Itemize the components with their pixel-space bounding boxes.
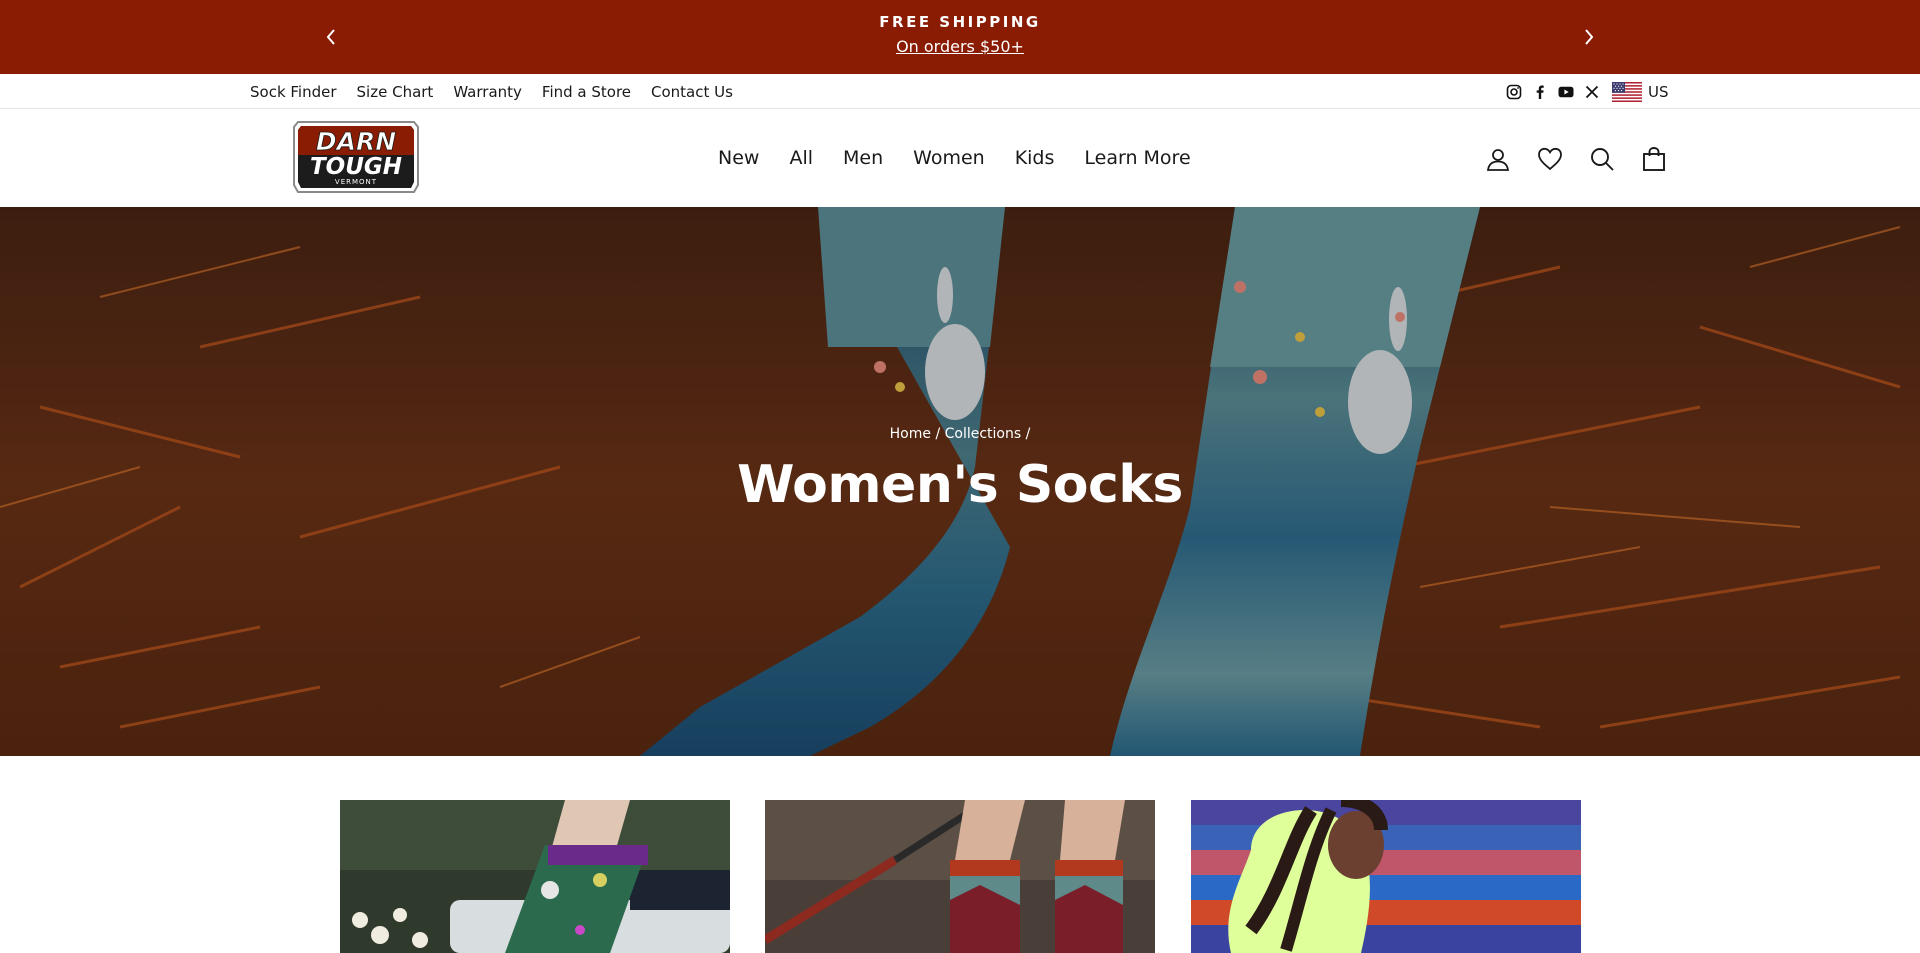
breadcrumb-separator: / [1025, 426, 1031, 442]
nav-item-all[interactable]: All [789, 147, 813, 169]
product-card[interactable] [765, 800, 1155, 953]
breadcrumb-separator: / [935, 426, 941, 442]
breadcrumb: Home / Collections / [0, 426, 1920, 442]
utility-link-sock-finder[interactable]: Sock Finder [250, 83, 337, 101]
us-flag-icon [1612, 81, 1642, 102]
darn-tough-logo[interactable]: DARN TOUGH VERMONT [292, 119, 420, 195]
cart-bag-icon[interactable] [1640, 145, 1668, 173]
site-header: DARN TOUGH VERMONT New All Men Women Kid… [0, 109, 1920, 207]
instagram-icon[interactable] [1506, 84, 1522, 100]
facebook-icon[interactable] [1532, 84, 1548, 100]
search-icon[interactable] [1588, 145, 1616, 173]
logo-word-darn: DARN [316, 127, 396, 156]
utility-bar: Sock Finder Size Chart Warranty Find a S… [0, 74, 1920, 109]
nav-item-new[interactable]: New [718, 147, 759, 169]
announcement-bar: FREE SHIPPING On orders $50+ [0, 0, 1920, 74]
collection-hero: Home / Collections / Women's Socks [0, 207, 1920, 756]
logo-word-vermont: VERMONT [335, 178, 377, 186]
product-image [765, 800, 1155, 953]
utility-link-contact-us[interactable]: Contact Us [651, 83, 733, 101]
x-icon[interactable] [1584, 84, 1600, 100]
product-card[interactable] [340, 800, 730, 953]
nav-item-women[interactable]: Women [913, 147, 985, 169]
main-nav: New All Men Women Kids Learn More [718, 109, 1191, 207]
utility-link-size-chart[interactable]: Size Chart [357, 83, 434, 101]
logo-word-tough: TOUGH [310, 154, 402, 180]
utility-link-warranty[interactable]: Warranty [453, 83, 522, 101]
nav-item-kids[interactable]: Kids [1015, 147, 1055, 169]
product-image [340, 800, 730, 953]
page-title: Women's Socks [737, 455, 1183, 515]
nav-item-learn-more[interactable]: Learn More [1084, 147, 1190, 169]
header-actions [1484, 145, 1668, 173]
announcement-next-button[interactable] [1574, 22, 1604, 52]
product-grid [0, 800, 1920, 953]
social-links: US [1506, 74, 1669, 109]
breadcrumb-home[interactable]: Home [890, 426, 931, 442]
wishlist-heart-icon[interactable] [1536, 145, 1564, 173]
product-card[interactable] [1191, 800, 1581, 953]
account-icon[interactable] [1484, 145, 1512, 173]
nav-item-men[interactable]: Men [843, 147, 883, 169]
announcement-message: FREE SHIPPING On orders $50+ [0, 12, 1920, 58]
breadcrumb-collections[interactable]: Collections [945, 426, 1022, 442]
chevron-right-icon [1585, 29, 1594, 45]
announcement-link[interactable]: On orders $50+ [896, 36, 1024, 58]
locale-selector[interactable]: US [1612, 81, 1669, 102]
announcement-title: FREE SHIPPING [879, 13, 1041, 31]
utility-link-find-a-store[interactable]: Find a Store [542, 83, 631, 101]
locale-label: US [1648, 82, 1669, 101]
utility-links: Sock Finder Size Chart Warranty Find a S… [250, 74, 753, 109]
product-image [1191, 800, 1581, 953]
youtube-icon[interactable] [1558, 84, 1574, 100]
